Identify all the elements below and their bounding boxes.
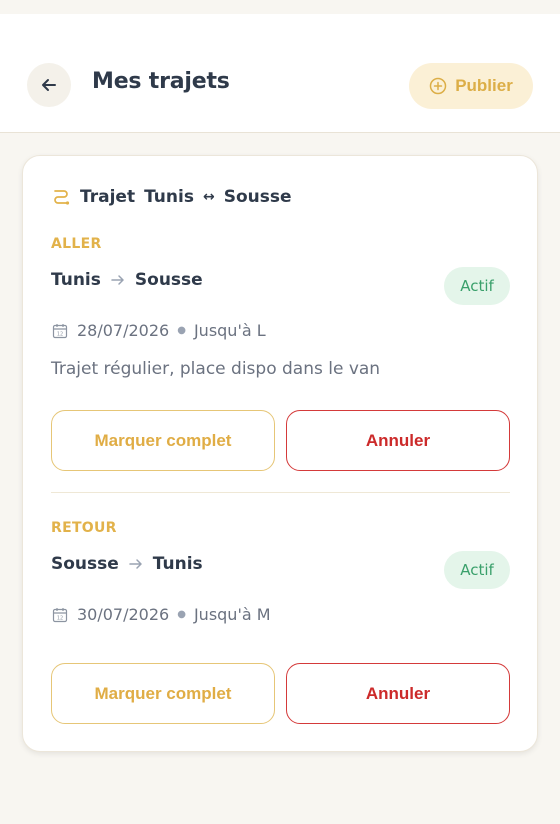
return-cancel-button[interactable]: Annuler	[286, 663, 510, 724]
arrow-right-icon	[129, 559, 142, 569]
outbound-route: Tunis Sousse	[51, 270, 203, 290]
arrow-left-icon	[42, 79, 56, 91]
route-icon	[54, 190, 70, 205]
back-button[interactable]	[27, 63, 71, 107]
app-header: Mes trajets Publier	[0, 14, 560, 133]
return-to: Tunis	[152, 554, 203, 574]
calendar-icon: 12	[52, 323, 68, 338]
calendar-icon: 12	[52, 607, 68, 622]
outbound-to: Sousse	[134, 270, 203, 290]
publish-button[interactable]: Publier	[409, 63, 533, 109]
return-date: 30/07/2026	[77, 605, 170, 624]
separator-dot: ●	[177, 325, 186, 336]
return-status-badge: Actif	[444, 551, 510, 589]
return-from: Sousse	[51, 554, 119, 574]
publish-label: Publier	[455, 76, 513, 95]
section-divider	[51, 492, 510, 493]
trip-title-prefix: Trajet	[80, 187, 136, 207]
page-title: Mes trajets	[92, 69, 230, 94]
return-until: Jusqu'à M	[193, 605, 271, 624]
outbound-label: ALLER	[51, 236, 102, 252]
outbound-until: Jusqu'à L	[193, 321, 266, 340]
return-label: RETOUR	[51, 520, 117, 536]
svg-text:12: 12	[57, 615, 63, 621]
separator-dot: ●	[177, 609, 186, 620]
outbound-date: 28/07/2026	[77, 321, 170, 340]
outbound-from: Tunis	[51, 270, 101, 290]
trip-origin: Tunis	[144, 187, 194, 207]
outbound-mark-complete-button[interactable]: Marquer complet	[51, 410, 275, 471]
exchange-symbol: ↔	[202, 189, 215, 205]
top-strip	[0, 0, 560, 14]
return-route: Sousse Tunis	[51, 554, 203, 574]
svg-text:12: 12	[57, 331, 63, 337]
outbound-cancel-button[interactable]: Annuler	[286, 410, 510, 471]
trip-card: Trajet Tunis ↔ Sousse ALLER Tunis Sousse…	[22, 155, 538, 752]
trip-destination: Sousse	[223, 187, 292, 207]
arrow-right-icon	[111, 275, 124, 285]
outbound-description: Trajet régulier, place dispo dans le van	[51, 359, 381, 379]
outbound-meta: 12 28/07/2026 ● Jusqu'à L	[51, 321, 266, 340]
trip-title: Trajet Tunis ↔ Sousse	[51, 187, 292, 207]
plus-circle-icon	[429, 77, 447, 95]
outbound-status-badge: Actif	[444, 267, 510, 305]
return-meta: 12 30/07/2026 ● Jusqu'à M	[51, 605, 271, 624]
return-mark-complete-button[interactable]: Marquer complet	[51, 663, 275, 724]
